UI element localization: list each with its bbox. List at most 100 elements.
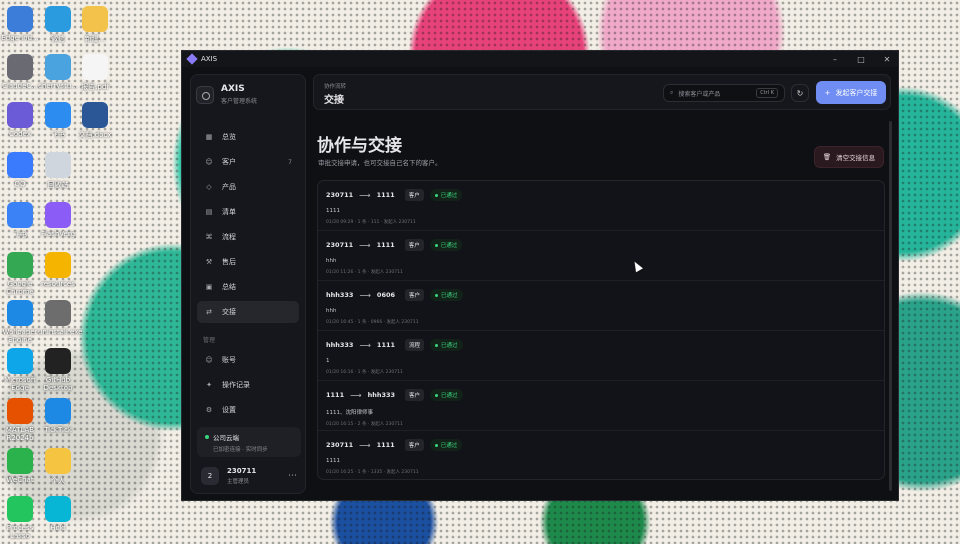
sidebar-item-process[interactable]: ⌘ 流程 (197, 226, 299, 248)
desktop-shortcut[interactable]: 回收站 (38, 152, 78, 190)
maximize-icon[interactable]: □ (856, 55, 866, 64)
avatar: 2 (201, 467, 219, 485)
sidebar-item-overview[interactable]: ▦ 总览 (197, 126, 299, 148)
search-icon: ⌕ (670, 89, 674, 96)
more-icon[interactable]: ⋯ (288, 471, 297, 481)
list-item[interactable]: 230711 ⟶ 1111 客户 已通过 1111 01/20 09:29 · 1 条 · … (318, 181, 884, 231)
app-icon (82, 54, 108, 80)
clear-handoffs-button[interactable]: 🗑 清空交接信息 (814, 146, 884, 168)
swap-icon: ⇄ (206, 308, 212, 316)
sidebar-item-handoff[interactable]: ⇄ 交接 (197, 301, 299, 323)
desktop-shortcut[interactable]: Process Lasso (0, 496, 40, 540)
app-icon (82, 102, 108, 128)
app-icon (7, 152, 33, 178)
type-tag: 客户 (404, 239, 424, 251)
sidebar-item-label: 售后 (222, 258, 236, 266)
app-icon (7, 398, 33, 424)
sidebar-item-lists[interactable]: ▤ 清单 (197, 201, 299, 223)
page-section-title: 交接 (324, 95, 344, 106)
app-icon (7, 102, 33, 128)
desktop-shortcut[interactable]: FlashVerg (38, 202, 78, 238)
desktop-shortcut[interactable]: 飞书 (38, 102, 78, 140)
close-icon[interactable]: ✕ (882, 55, 892, 64)
desktop-shortcut[interactable]: Wallpaper Engine (0, 300, 40, 344)
start-handoff-button[interactable]: + 发起客户交接 (816, 81, 886, 104)
handoff-from: hhh333 (326, 341, 354, 349)
sidebar-item-aftersales[interactable]: ⚒ 售后 (197, 251, 299, 273)
desktop-shortcut[interactable]: 微信 (38, 6, 78, 44)
handoff-from: 1111 (326, 391, 345, 399)
desktop-shortcut[interactable]: ClaudeC... (0, 54, 40, 90)
desktop-shortcut[interactable]: 报告.pdf (75, 54, 115, 92)
desktop-shortcut-label: TickTick (44, 426, 72, 434)
desktop-shortcut[interactable]: uninstall.exe (38, 300, 82, 336)
cloud-title: 公司云端 (213, 434, 239, 442)
arrow-right-icon: ⟶ (359, 440, 371, 450)
desktop-shortcut[interactable]: Microsoft Edge (0, 348, 40, 392)
app-icon (7, 348, 33, 374)
handoff-to: 1111 (376, 441, 395, 449)
desktop-shortcut-label: 飞书 (13, 231, 27, 239)
list-item[interactable]: 1111 ⟶ hhh333 客户 已通过 1111、沈阳律师事 01/20 16:15 · … (318, 381, 884, 431)
handoff-meta: 01/20 16:45 · 1 条 · 0966 · 发起人 230711 (326, 320, 419, 325)
desktop-shortcut[interactable]: WeChat (0, 448, 40, 484)
breadcrumb: 协作流转 (324, 84, 347, 90)
list-icon: ▤ (205, 208, 213, 216)
desktop-shortcut[interactable]: cherrystu... (38, 54, 78, 90)
desktop-shortcut[interactable]: Hoki (38, 496, 78, 532)
list-item[interactable]: hhh333 ⟶ 1111 流程 已通过 1 01/20 16:16 · 1 条 · 发起人… (318, 331, 884, 381)
app-logo-icon (186, 53, 198, 65)
desktop-shortcut[interactable]: TickTick (38, 398, 78, 434)
page-subtitle: 审批交接申请，也可交接自己名下的客户。 (318, 159, 442, 167)
list-item[interactable]: 230711 ⟶ 1111 客户 已通过 hhh 01/20 11:26 · 1 条 · 发… (318, 231, 884, 281)
desktop-shortcut[interactable]: 新建... (75, 6, 115, 44)
desktop-shortcut-label: Edge Ind... (1, 34, 39, 42)
process-icon: ⌘ (205, 233, 213, 241)
desktop-shortcut[interactable]: MATLAB R2024b (0, 398, 40, 442)
sidebar-item-products[interactable]: ◇ 产品 (197, 176, 299, 198)
sidebar-item-logs[interactable]: ✦ 操作记录 (197, 374, 299, 396)
arrow-right-icon: ⟶ (350, 390, 362, 400)
app-icon (45, 102, 71, 128)
handoff-to: 1111 (376, 191, 395, 199)
desktop-shortcut[interactable]: 文档.docx (75, 102, 115, 140)
desktop-shortcut[interactable]: Google Chrome (0, 252, 40, 296)
desktop-shortcut[interactable]: QQ (0, 152, 40, 188)
type-tag: 客户 (405, 389, 425, 401)
desktop-shortcut[interactable]: 个人 (38, 448, 78, 486)
cloud-status-card: 公司云端 已加密连接 · 实时同步 (197, 427, 301, 457)
handoff-list: 230711 ⟶ 1111 客户 已通过 1111 01/20 09:29 · 1 条 · … (317, 180, 885, 480)
sidebar-item-accounts[interactable]: ☺ 账号 (197, 349, 299, 371)
desktop-shortcut[interactable]: GitHub Desktop (38, 348, 78, 392)
sidebar: AXIS 客户管理系统 ▦ 总览 ☺ 客户 7 ◇ 产品 ▤ 清单 ⌘ 流程 ⚒ 售后 ▣ 总结… (190, 74, 306, 494)
status-badge: 已通过 (430, 289, 463, 301)
sidebar-item-summary[interactable]: ▣ 总结 (197, 276, 299, 298)
desktop-shortcut[interactable]: Edge Ind... (0, 6, 40, 42)
app-icon (7, 6, 33, 32)
refresh-button[interactable]: ↻ (791, 84, 809, 102)
type-tag: 流程 (405, 339, 425, 351)
desktop-shortcut[interactable]: 飞书 (0, 202, 40, 240)
app-icon (45, 202, 71, 228)
scrollbar[interactable] (889, 121, 892, 491)
summary-icon: ▣ (205, 283, 213, 291)
sidebar-item-customers[interactable]: ☺ 客户 7 (197, 151, 299, 173)
desktop-shortcut[interactable]: Codex (0, 102, 40, 138)
app-icon (45, 152, 71, 178)
minimize-icon[interactable]: – (830, 55, 840, 64)
app-icon (82, 6, 108, 32)
user-card[interactable]: 2 230711 主管理员 ⋯ (197, 463, 301, 489)
desktop-shortcut[interactable]: resources (38, 252, 78, 288)
handoff-meta: 01/20 16:25 · 1 条 · 1335 · 发起人 230711 (326, 470, 419, 475)
list-item[interactable]: hhh333 ⟶ 0606 客户 已通过 hhh 01/20 16:45 · 1 条 · 0… (318, 281, 884, 331)
list-item[interactable]: 230711 ⟶ 1111 客户 已通过 1111 01/20 16:25 · 1 条 · … (318, 431, 884, 479)
status-badge: 已通过 (430, 389, 463, 401)
handoff-note: 1111 (326, 458, 340, 464)
search-input[interactable]: ⌕ 搜索客户或产品 Ctrl K (663, 84, 785, 102)
app-icon (45, 300, 71, 326)
app-icon (45, 496, 71, 522)
app-icon (45, 348, 71, 374)
handoff-meta: 01/20 09:29 · 1 条 · 111 · 发起人 230711 (326, 220, 416, 225)
sidebar-item-settings[interactable]: ⚙ 设置 (197, 399, 299, 421)
window-title: AXIS (201, 55, 218, 63)
